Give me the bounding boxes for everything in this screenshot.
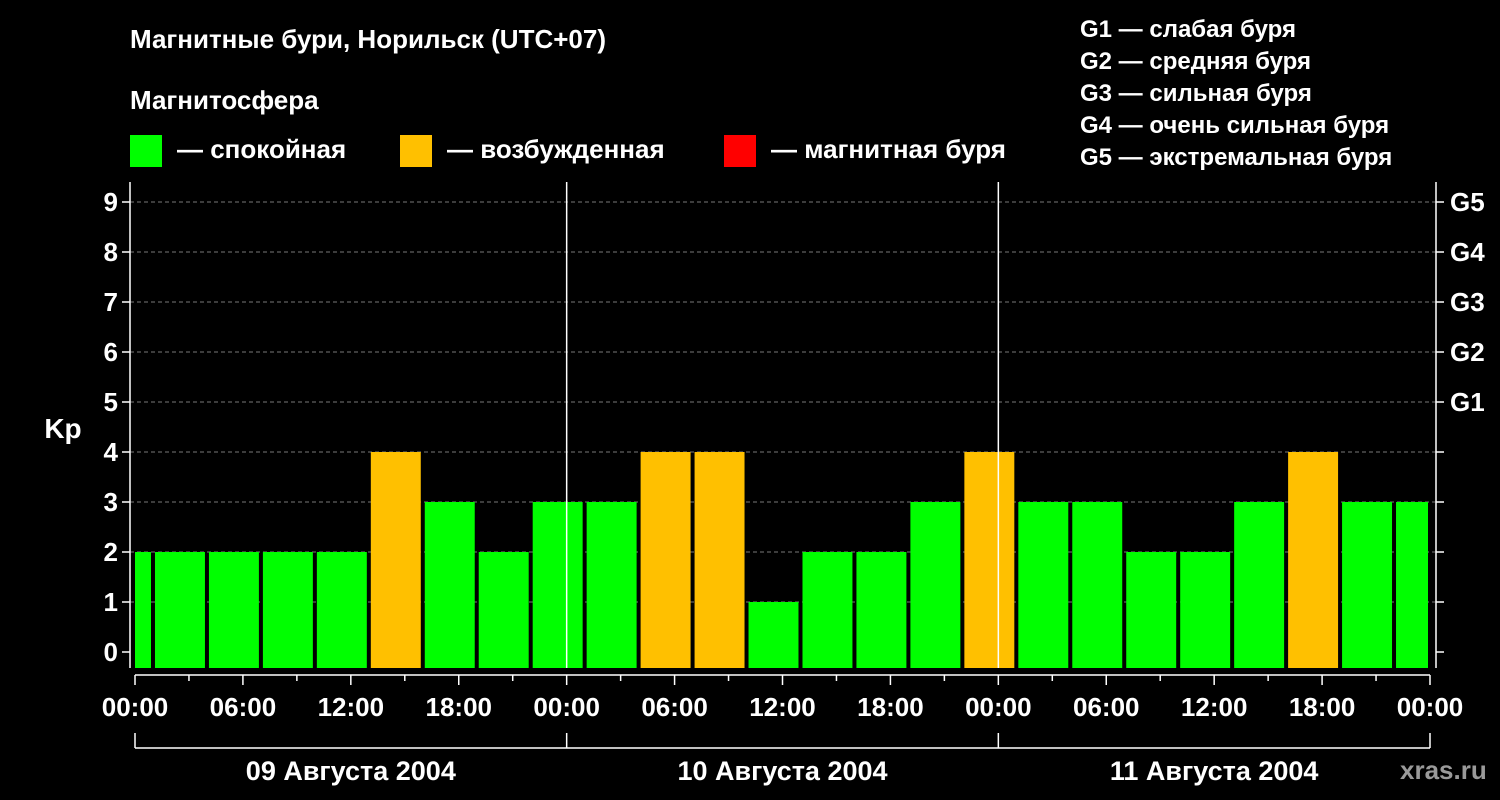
kp-bar xyxy=(1072,502,1123,668)
kp-bar xyxy=(694,452,745,668)
kp-bar xyxy=(1342,502,1393,668)
x-tick-label: 18:00 xyxy=(426,692,493,722)
x-tick-label: 12:00 xyxy=(1181,692,1248,722)
legend-swatch-storm xyxy=(724,135,756,167)
x-tick-label: 00:00 xyxy=(533,692,600,722)
kp-bar xyxy=(748,602,799,668)
legend-label-active: — возбужденная xyxy=(447,134,665,164)
kp-bar xyxy=(964,452,1015,668)
kp-bar xyxy=(802,552,853,668)
legend-heading: Магнитосфера xyxy=(130,85,319,115)
kp-bar xyxy=(532,502,583,668)
x-tick-label: 12:00 xyxy=(318,692,385,722)
legend-swatch-active xyxy=(400,135,432,167)
storm-scale-g4: G4 — очень сильная буря xyxy=(1080,112,1389,139)
kp-bar xyxy=(370,452,421,668)
storm-level-label: G2 xyxy=(1450,337,1485,367)
y-tick-label: 9 xyxy=(104,187,118,217)
storm-level-label: G4 xyxy=(1450,237,1485,267)
y-axis-label: Kp xyxy=(44,413,81,444)
storm-scale-g5: G5 — экстремальная буря xyxy=(1080,144,1392,171)
kp-bar xyxy=(856,552,907,668)
x-tick-label: 06:00 xyxy=(210,692,277,722)
kp-bar xyxy=(424,502,475,668)
legend-label-quiet: — спокойная xyxy=(177,134,346,164)
kp-bar xyxy=(1126,552,1177,668)
day-label: 09 Августа 2004 xyxy=(246,756,456,786)
storm-scale-g1: G1 — слабая буря xyxy=(1080,16,1296,43)
x-tick-label: 06:00 xyxy=(641,692,708,722)
kp-bar xyxy=(135,552,151,668)
y-tick-label: 1 xyxy=(104,587,118,617)
y-tick-label: 3 xyxy=(104,487,118,517)
storm-level-label: G5 xyxy=(1450,187,1485,217)
kp-bar xyxy=(1396,502,1428,668)
legend-swatch-quiet xyxy=(130,135,162,167)
kp-bar xyxy=(1180,552,1231,668)
kp-bar xyxy=(1234,502,1285,668)
y-tick-label: 7 xyxy=(104,287,118,317)
x-tick-label: 12:00 xyxy=(749,692,816,722)
kp-bar xyxy=(478,552,529,668)
kp-bar xyxy=(154,552,205,668)
storm-level-label: G3 xyxy=(1450,287,1485,317)
kp-bar xyxy=(1288,452,1339,668)
kp-bar xyxy=(586,502,637,668)
kp-bar xyxy=(910,502,961,668)
kp-bar xyxy=(262,552,313,668)
x-tick-label: 06:00 xyxy=(1073,692,1140,722)
legend-label-storm: — магнитная буря xyxy=(771,134,1006,164)
kp-bar xyxy=(1018,502,1069,668)
kp-chart: Магнитные бури, Норильск (UTC+07) Магнит… xyxy=(44,16,1487,786)
x-tick-label: 00:00 xyxy=(1397,692,1464,722)
y-tick-label: 4 xyxy=(104,437,119,467)
kp-bar xyxy=(640,452,691,668)
y-tick-label: 6 xyxy=(104,337,118,367)
storm-scale-g2: G2 — средняя буря xyxy=(1080,48,1311,75)
storm-level-label: G1 xyxy=(1450,387,1485,417)
x-tick-label: 18:00 xyxy=(857,692,924,722)
y-tick-label: 2 xyxy=(104,537,118,567)
storm-scale-g3: G3 — сильная буря xyxy=(1080,80,1312,107)
y-tick-label: 5 xyxy=(104,387,118,417)
y-tick-label: 8 xyxy=(104,237,118,267)
x-tick-label: 00:00 xyxy=(102,692,169,722)
day-label: 11 Августа 2004 xyxy=(1110,756,1319,786)
kp-bar xyxy=(208,552,259,668)
day-label: 10 Августа 2004 xyxy=(677,756,887,786)
x-tick-label: 00:00 xyxy=(965,692,1032,722)
kp-bar xyxy=(316,552,367,668)
watermark: xras.ru xyxy=(1400,755,1487,785)
chart-title: Магнитные бури, Норильск (UTC+07) xyxy=(130,24,606,54)
y-tick-label: 0 xyxy=(104,637,118,667)
x-tick-label: 18:00 xyxy=(1289,692,1356,722)
